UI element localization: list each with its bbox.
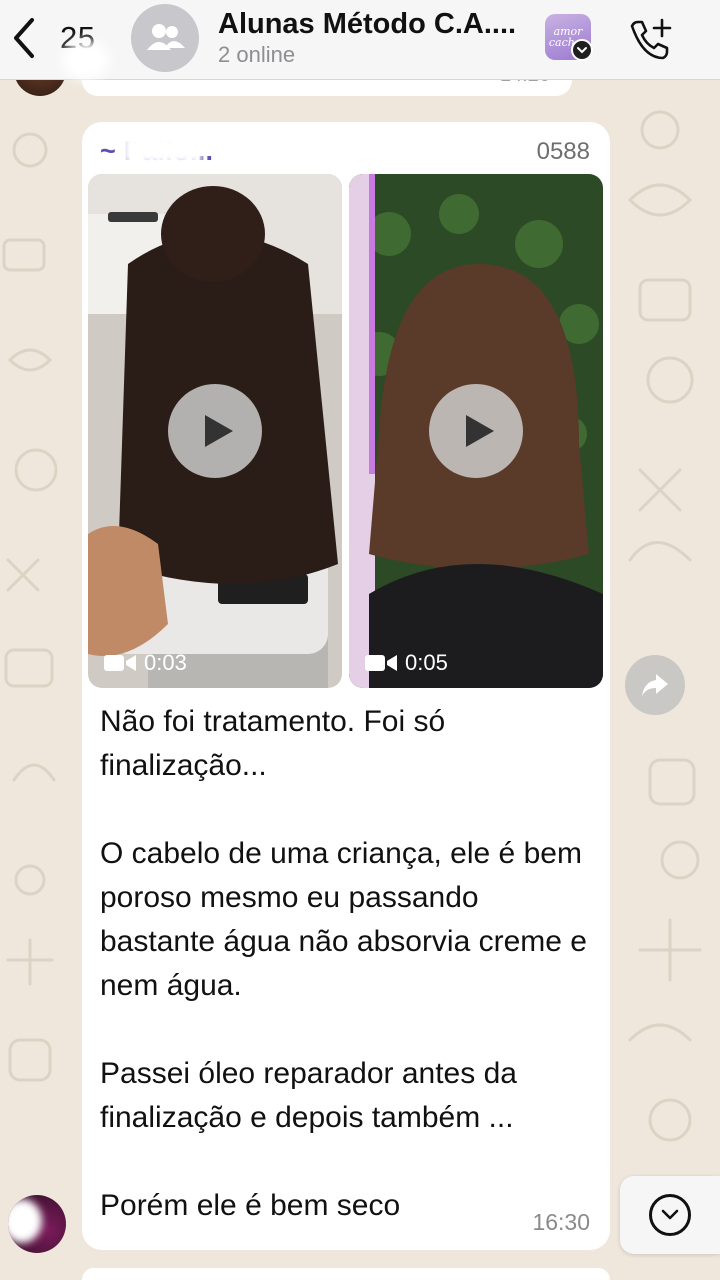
check-badge-icon bbox=[571, 39, 593, 61]
message-paragraph: Passei óleo reparador antes da finalizaç… bbox=[100, 1057, 517, 1134]
privacy-blur bbox=[62, 40, 110, 80]
forward-arrow-icon bbox=[642, 674, 668, 696]
video-duration-text: 0:05 bbox=[405, 650, 448, 675]
message-bubble[interactable]: ~ Pallo... 0588 0:03 bbox=[82, 122, 610, 1250]
video-duration: 0:05 bbox=[365, 650, 448, 676]
scroll-circle bbox=[649, 1194, 691, 1236]
sender-avatar[interactable] bbox=[8, 1195, 66, 1253]
video-duration-text: 0:03 bbox=[144, 650, 187, 675]
online-status: 2 online bbox=[218, 42, 296, 67]
play-icon bbox=[205, 415, 233, 447]
message-text: Não foi tratamento. Foi só finalização..… bbox=[100, 700, 600, 1228]
group-avatar[interactable] bbox=[131, 4, 199, 72]
add-call-icon bbox=[630, 18, 672, 60]
video-thumbnail-before[interactable]: 0:03 bbox=[88, 174, 342, 688]
play-button[interactable] bbox=[429, 384, 523, 478]
scroll-to-bottom-button[interactable] bbox=[620, 1176, 720, 1254]
group-avatar-icon bbox=[147, 24, 185, 50]
chevron-left-icon bbox=[14, 18, 34, 58]
forward-button[interactable] bbox=[625, 655, 685, 715]
play-button[interactable] bbox=[168, 384, 262, 478]
message-paragraph: Não foi tratamento. Foi só finalização..… bbox=[100, 705, 446, 782]
privacy-blur bbox=[312, 136, 348, 162]
chevron-down-icon bbox=[661, 1209, 679, 1220]
message-paragraph: Porém ele é bem seco bbox=[100, 1189, 401, 1222]
next-message-bubble[interactable] bbox=[82, 1268, 610, 1280]
sender-phone-suffix: 0588 bbox=[536, 138, 590, 165]
video-thumbnail-after[interactable]: 0:05 bbox=[349, 174, 603, 688]
chat-header: 25 Alunas Método C.A.... 2 online amor c… bbox=[0, 0, 720, 80]
message-paragraph: O cabelo de uma criança, ele é bem poros… bbox=[100, 837, 587, 1002]
video-camera-icon bbox=[104, 655, 136, 671]
privacy-blur bbox=[8, 1199, 42, 1243]
play-icon bbox=[466, 415, 494, 447]
privacy-blur bbox=[122, 134, 202, 164]
video-camera-icon bbox=[365, 655, 397, 671]
chat-title[interactable]: Alunas Método C.A.... bbox=[218, 8, 528, 41]
message-time: 16:30 bbox=[532, 1209, 590, 1235]
add-call-button[interactable] bbox=[624, 14, 674, 64]
video-duration: 0:03 bbox=[104, 650, 187, 676]
